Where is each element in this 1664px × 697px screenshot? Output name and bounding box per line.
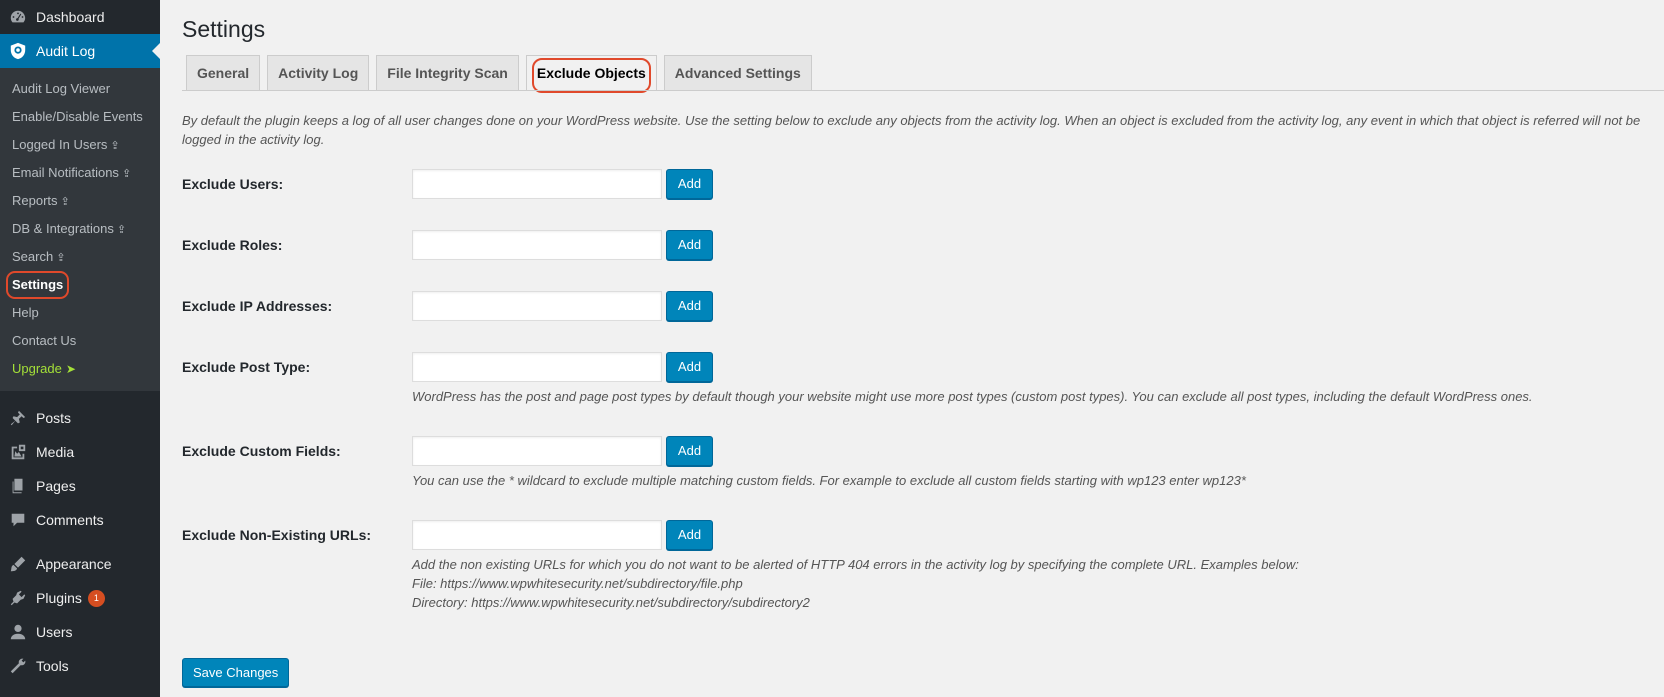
settings-tabs: General Activity Log File Integrity Scan… (186, 55, 819, 93)
submenu-label: Enable/Disable Events (12, 109, 143, 124)
exclude-post-type-label: Exclude Post Type: (182, 359, 311, 375)
submenu-label: Settings (6, 271, 70, 299)
menu-posts[interactable]: Posts (0, 401, 160, 435)
tab-general[interactable]: General (186, 55, 261, 91)
exclude-users-input[interactable] (412, 169, 662, 199)
submenu-label: Audit Log Viewer (12, 81, 111, 96)
submenu-label: Logged In Users (12, 137, 108, 152)
plugins-update-badge: 1 (87, 589, 105, 607)
post-type-description: WordPress has the post and page post typ… (412, 389, 1533, 404)
upgrade-arrow-icon: ⇪ (110, 140, 120, 152)
submenu-enable-disable-events[interactable]: Enable/Disable Events (0, 103, 160, 131)
urls-example-directory: Directory: https://www.wpwhitesecurity.n… (412, 595, 810, 610)
submenu-label: Reports (12, 193, 58, 208)
tab-file-integrity-scan[interactable]: File Integrity Scan (376, 55, 519, 91)
tab-label: Exclude Objects (536, 65, 646, 81)
submenu-db-integrations[interactable]: DB & Integrations ⇪ (0, 215, 160, 243)
page-title: Settings (182, 16, 266, 42)
add-user-button[interactable]: Add (666, 169, 713, 199)
exclude-custom-fields-input[interactable] (412, 436, 662, 466)
tab-exclude-objects[interactable]: Exclude Objects (525, 55, 657, 93)
audit-log-submenu: Audit Log Viewer Enable/Disable Events L… (0, 68, 160, 391)
menu-label: Tools (36, 658, 69, 674)
menu-audit-log[interactable]: Audit Log (0, 34, 160, 68)
menu-users[interactable]: Users (0, 615, 160, 649)
exclude-ip-addresses-input[interactable] (412, 291, 662, 321)
admin-sidebar: Dashboard Audit Log Audit Log Viewer Ena… (0, 0, 160, 697)
comments-icon (8, 510, 28, 530)
submenu-logged-in-users[interactable]: Logged In Users ⇪ (0, 131, 160, 159)
exclude-roles-input[interactable] (412, 230, 662, 260)
menu-label: Posts (36, 410, 72, 426)
exclude-post-type-input[interactable] (412, 352, 662, 382)
tab-activity-log[interactable]: Activity Log (267, 55, 370, 91)
submenu-label: Help (12, 305, 39, 320)
pages-icon (8, 476, 28, 496)
menu-media[interactable]: Media (0, 435, 160, 469)
submenu-audit-log-viewer[interactable]: Audit Log Viewer (0, 75, 160, 103)
tab-label: Activity Log (278, 65, 359, 81)
menu-label: Pages (36, 478, 76, 494)
audit-log-icon (8, 41, 28, 61)
menu-label: Appearance (36, 556, 112, 572)
upgrade-arrow-icon: ⇪ (60, 196, 70, 208)
submenu-label: Upgrade (12, 361, 62, 376)
submenu-label: Search (12, 249, 54, 264)
menu-label: Media (36, 444, 75, 460)
save-changes-button[interactable]: Save Changes (182, 658, 290, 687)
menu-appearance[interactable]: Appearance (0, 547, 160, 581)
add-custom-field-button[interactable]: Add (666, 436, 713, 466)
submenu-settings[interactable]: Settings (0, 271, 160, 299)
menu-label: Plugins (36, 590, 82, 606)
pin-icon (8, 408, 28, 428)
menu-label: Audit Log (36, 43, 96, 59)
menu-dashboard[interactable]: Dashboard (0, 0, 160, 34)
tabs-divider (182, 90, 1664, 91)
users-icon (8, 622, 28, 642)
add-post-type-button[interactable]: Add (666, 352, 713, 382)
submenu-help[interactable]: Help (0, 299, 160, 327)
urls-description: Add the non existing URLs for which you … (412, 557, 1299, 572)
add-url-button[interactable]: Add (666, 520, 713, 550)
submenu-label: Email Notifications (12, 165, 119, 180)
intro-description: By default the plugin keeps a log of all… (182, 113, 1641, 147)
add-role-button[interactable]: Add (666, 230, 713, 260)
upgrade-arrow-icon: ⇪ (116, 224, 127, 236)
menu-label: Users (36, 624, 73, 640)
tab-label: File Integrity Scan (387, 65, 508, 81)
tab-label: Advanced Settings (674, 65, 801, 81)
menu-plugins[interactable]: Plugins 1 (0, 581, 160, 615)
urls-example-file: File: https://www.wpwhitesecurity.net/su… (412, 576, 743, 591)
menu-label: Dashboard (36, 9, 105, 25)
add-ip-address-button[interactable]: Add (666, 291, 713, 321)
exclude-roles-label: Exclude Roles: (182, 237, 283, 253)
exclude-ip-addresses-label: Exclude IP Addresses: (182, 298, 333, 314)
upgrade-arrow-icon: ⇪ (56, 252, 66, 264)
submenu-search[interactable]: Search ⇪ (0, 243, 160, 271)
submenu-label: Contact Us (12, 333, 77, 348)
upgrade-arrow-icon: ⇪ (121, 168, 132, 180)
exclude-users-label: Exclude Users: (182, 176, 284, 192)
submenu-reports[interactable]: Reports ⇪ (0, 187, 160, 215)
menu-label: Comments (36, 512, 104, 528)
tab-label: General (197, 65, 250, 81)
menu-pages[interactable]: Pages (0, 469, 160, 503)
plugins-icon (8, 588, 28, 608)
dashboard-icon (8, 7, 28, 27)
menu-comments[interactable]: Comments (0, 503, 160, 537)
tab-advanced-settings[interactable]: Advanced Settings (663, 55, 812, 91)
appearance-icon (8, 554, 28, 574)
exclude-non-existing-urls-input[interactable] (412, 520, 662, 550)
submenu-label: DB & Integrations (12, 221, 114, 236)
exclude-custom-fields-label: Exclude Custom Fields: (182, 443, 341, 459)
media-icon (8, 442, 28, 462)
submenu-contact-us[interactable]: Contact Us (0, 327, 160, 355)
menu-tools[interactable]: Tools (0, 649, 160, 683)
submenu-upgrade[interactable]: Upgrade ➤ (0, 355, 160, 383)
upgrade-arrow-icon: ➤ (65, 362, 76, 376)
tools-icon (8, 656, 28, 676)
submenu-email-notifications[interactable]: Email Notifications ⇪ (0, 159, 160, 187)
custom-fields-description: You can use the * wildcard to exclude mu… (412, 473, 1246, 488)
exclude-non-existing-urls-label: Exclude Non-Existing URLs: (182, 527, 372, 543)
